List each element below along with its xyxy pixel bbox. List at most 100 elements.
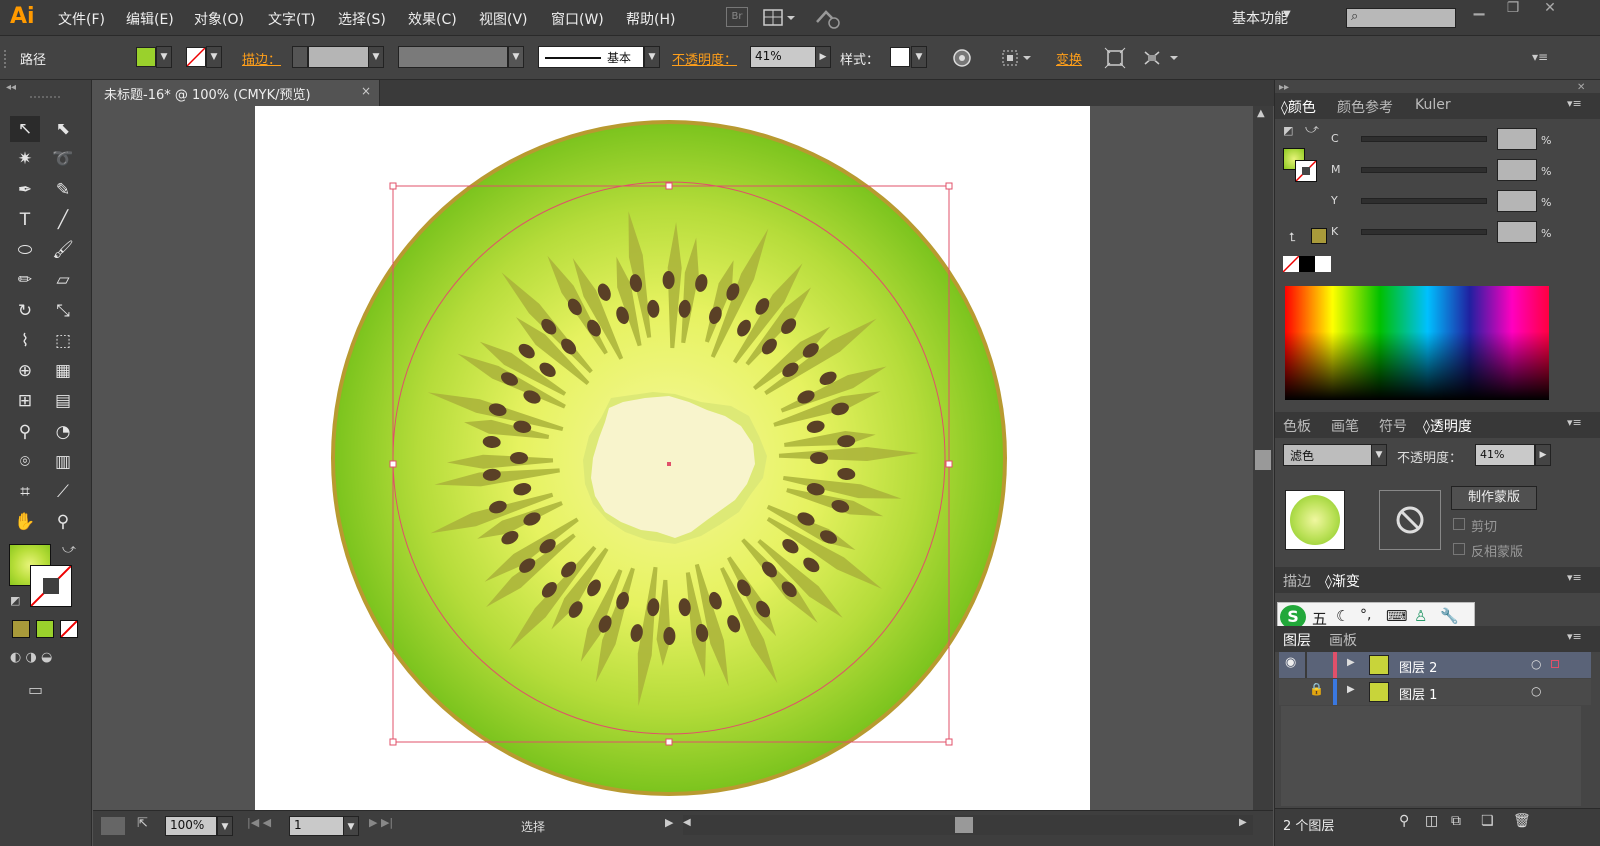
opacity-field[interactable]: 41% [750,46,816,68]
menu-edit[interactable]: 编辑(E) [126,9,174,29]
scroll-thumb[interactable] [1255,450,1271,470]
locate-object-icon[interactable]: ⚲ [1399,813,1409,829]
blend-mode-dropdown-icon[interactable]: ▼ [1371,444,1387,466]
symbol-sprayer-tool-icon[interactable]: ⌾ [10,449,40,475]
tab-color[interactable]: ◊颜色 [1281,97,1316,117]
search-input[interactable]: ⌕ [1346,8,1456,28]
share-icon[interactable]: ⇱ [137,816,148,831]
gamut-swatch[interactable] [1311,228,1327,244]
selection-indicator[interactable] [1551,660,1559,668]
channel-y-slider[interactable] [1361,198,1487,204]
brush-dropdown-icon[interactable]: ▼ [644,46,660,68]
lock-icon[interactable]: 🔒 [1309,682,1324,696]
brush-definition[interactable]: 基本 [538,46,644,68]
profile-dropdown-icon[interactable]: ▼ [508,46,524,68]
workspace-switcher[interactable]: 基本功能 [1232,8,1288,28]
eraser-tool-icon[interactable]: ▱ [48,267,78,293]
scale-tool-icon[interactable]: ⤡ [48,298,78,324]
bbox-handle[interactable] [665,738,673,746]
hand-tool-icon[interactable]: ✋ [10,509,40,535]
fill-dropdown-icon[interactable]: ▼ [156,46,172,68]
status-menu-icon[interactable]: ▶ [665,816,673,829]
paintbrush-tool-icon[interactable]: 🖌 [48,237,78,263]
stroke-weight-stepper[interactable] [292,46,308,68]
new-layer-icon[interactable]: ❏ [1481,813,1494,829]
menu-file[interactable]: 文件(F) [58,9,105,29]
tab-stroke[interactable]: 描边 [1283,571,1311,591]
document-tab[interactable]: 未标题-16* @ 100% (CMYK/预览) × [93,80,380,106]
new-sublayer-icon[interactable]: ⧉ [1451,813,1461,829]
screen-mode-icon[interactable]: ▭ [28,680,43,699]
clip-checkbox[interactable] [1453,518,1465,530]
bbox-handle[interactable] [389,460,397,468]
rotate-tool-icon[interactable]: ↻ [10,298,40,324]
tab-brushes[interactable]: 画笔 [1331,416,1359,436]
color-mode-icon[interactable] [12,620,30,638]
align-options-icon[interactable] [1000,48,1034,68]
channel-y-field[interactable] [1497,190,1537,212]
bbox-handle[interactable] [945,182,953,190]
expand-panels-icon[interactable]: ▸▸ [1279,82,1289,93]
fill-swatch[interactable] [136,47,156,67]
delete-layer-icon[interactable]: 🗑 [1513,813,1531,829]
swap-fill-stroke-icon[interactable]: ⤻ [62,542,76,557]
ime-user-icon[interactable]: ♙ [1414,607,1427,625]
blend-mode-select[interactable]: 滤色 [1283,444,1373,466]
channel-m-slider[interactable] [1361,167,1487,173]
layer-name[interactable]: 图层 2 [1399,657,1437,676]
slice-tool-icon[interactable]: ⟋ [48,479,78,505]
ellipse-tool-icon[interactable]: ⬭ [10,237,40,263]
gradient-mode-icon[interactable] [36,620,54,638]
scroll-right-icon[interactable]: ▶ [1239,817,1247,828]
invert-mask-checkbox[interactable] [1453,543,1465,555]
zoom-tool-icon[interactable]: ⚲ [48,509,78,535]
blend-tool-icon[interactable]: ◔ [48,419,78,445]
warp-tool-icon[interactable]: ⌇ [10,328,40,354]
graphic-style-swatch[interactable] [890,47,910,67]
color-panel-menu-icon[interactable]: ▾≡ [1567,97,1582,110]
opacity-panel-link[interactable]: 不透明度： [672,49,737,68]
scroll-up-icon[interactable]: ▲ [1257,108,1265,119]
tab-artboards[interactable]: 画板 [1329,630,1357,650]
menu-help[interactable]: 帮助(H) [626,9,675,29]
stroke-panel-link[interactable]: 描边： [242,49,281,68]
center-point[interactable] [667,462,671,466]
visibility-eye-icon[interactable]: ◉ [1285,655,1296,670]
direct-selection-tool-icon[interactable]: ⬉ [48,116,78,142]
transparency-opacity-slider-icon[interactable]: ▶ [1535,444,1551,466]
color-spectrum[interactable] [1285,286,1549,400]
close-window-button[interactable]: ✕ [1530,0,1570,22]
perspective-grid-tool-icon[interactable]: ▦ [48,358,78,384]
transparency-opacity-field[interactable]: 41% [1475,444,1535,466]
variable-width-profile[interactable] [398,46,508,68]
restore-button[interactable]: ❐ [1496,0,1530,22]
pencil-tool-icon[interactable]: ✏ [10,267,40,293]
ime-keyboard-icon[interactable]: ⌨ [1386,607,1408,625]
artboard-dropdown-icon[interactable]: ▼ [343,816,359,836]
close-panels-icon[interactable]: ✕ [1577,82,1585,93]
zoom-field[interactable]: 100% [165,816,217,836]
make-mask-button[interactable]: 制作蒙版 [1451,486,1537,510]
menu-window[interactable]: 窗口(W) [551,9,604,29]
layer-name[interactable]: 图层 1 [1399,684,1437,703]
tab-gradient[interactable]: ◊渐变 [1325,571,1360,591]
tab-kuler[interactable]: Kuler [1415,97,1451,113]
channel-c-slider[interactable] [1361,136,1487,142]
default-colors-icon[interactable]: ◩ [1283,124,1293,137]
none-color-swatch[interactable] [1282,255,1300,273]
clipping-mask-icon[interactable]: ◫ [1425,813,1438,829]
white-swatch[interactable] [1315,256,1331,272]
gradient-panel-menu-icon[interactable]: ▾≡ [1567,571,1582,584]
transform-panel-link[interactable]: 变换 [1056,49,1082,68]
stroke-dropdown-icon[interactable]: ▼ [206,46,222,68]
first-artboard-icon[interactable]: |◀ ◀ [247,816,271,829]
tab-layers[interactable]: 图层 [1283,630,1311,650]
artboard-nav-icon[interactable] [101,817,125,835]
canvas-area[interactable] [93,106,1253,810]
ime-settings-icon[interactable]: 🔧 [1440,607,1459,625]
arrange-documents-icon[interactable] [762,7,796,29]
layers-panel-menu-icon[interactable]: ▾≡ [1567,630,1582,643]
swap-colors-icon[interactable]: ⤻ [1305,122,1319,137]
drawing-modes-icon[interactable]: ◐ ◑ ◒ [10,650,82,668]
object-thumbnail[interactable] [1285,490,1345,550]
